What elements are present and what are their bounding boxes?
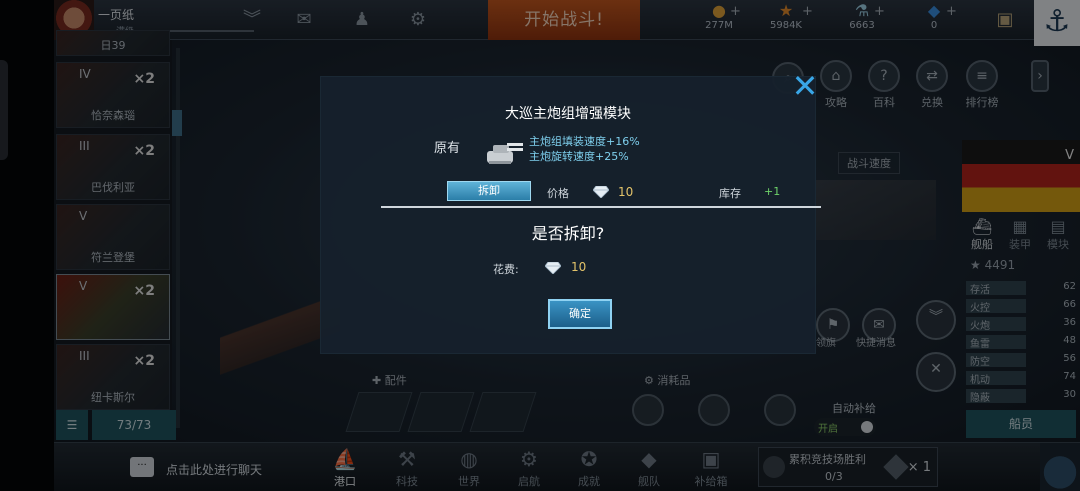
- dialog-divider: [381, 206, 821, 208]
- diamond-icon: [545, 262, 561, 274]
- effect-rotation: 主炮旋转速度+25%: [529, 150, 629, 163]
- stock-value: +1: [764, 185, 781, 198]
- cost-value: 10: [571, 260, 587, 274]
- original-label: 原有: [434, 141, 461, 156]
- price-value: 10: [618, 185, 634, 199]
- confirm-question: 是否拆卸?: [531, 224, 605, 243]
- main-gun-module-icon: [487, 143, 523, 164]
- game-screen: 一页纸 满级 ︾ ✉ ♟ ⚙ 开始战斗! ● 277M + ★ 5984K + …: [0, 0, 1080, 491]
- dialog-title: 大巡主炮组增强模块: [505, 106, 631, 122]
- price-label: 价格: [547, 187, 569, 200]
- dismantle-dialog: 大巡主炮组增强模块 原有 主炮组填装速度+16% 主炮旋转速度+25% 拆卸 价…: [320, 76, 821, 354]
- cost-label: 花费:: [493, 263, 519, 276]
- stock-label: 库存: [719, 187, 741, 200]
- diamond-icon: [593, 186, 609, 198]
- confirm-button[interactable]: 确定: [548, 299, 612, 329]
- dismantle-tab[interactable]: 拆卸: [447, 181, 531, 201]
- module-effects: 主炮组填装速度+16% 主炮旋转速度+25%: [529, 134, 640, 164]
- effect-reload: 主炮组填装速度+16%: [529, 135, 640, 148]
- close-icon[interactable]: ✕: [790, 70, 820, 102]
